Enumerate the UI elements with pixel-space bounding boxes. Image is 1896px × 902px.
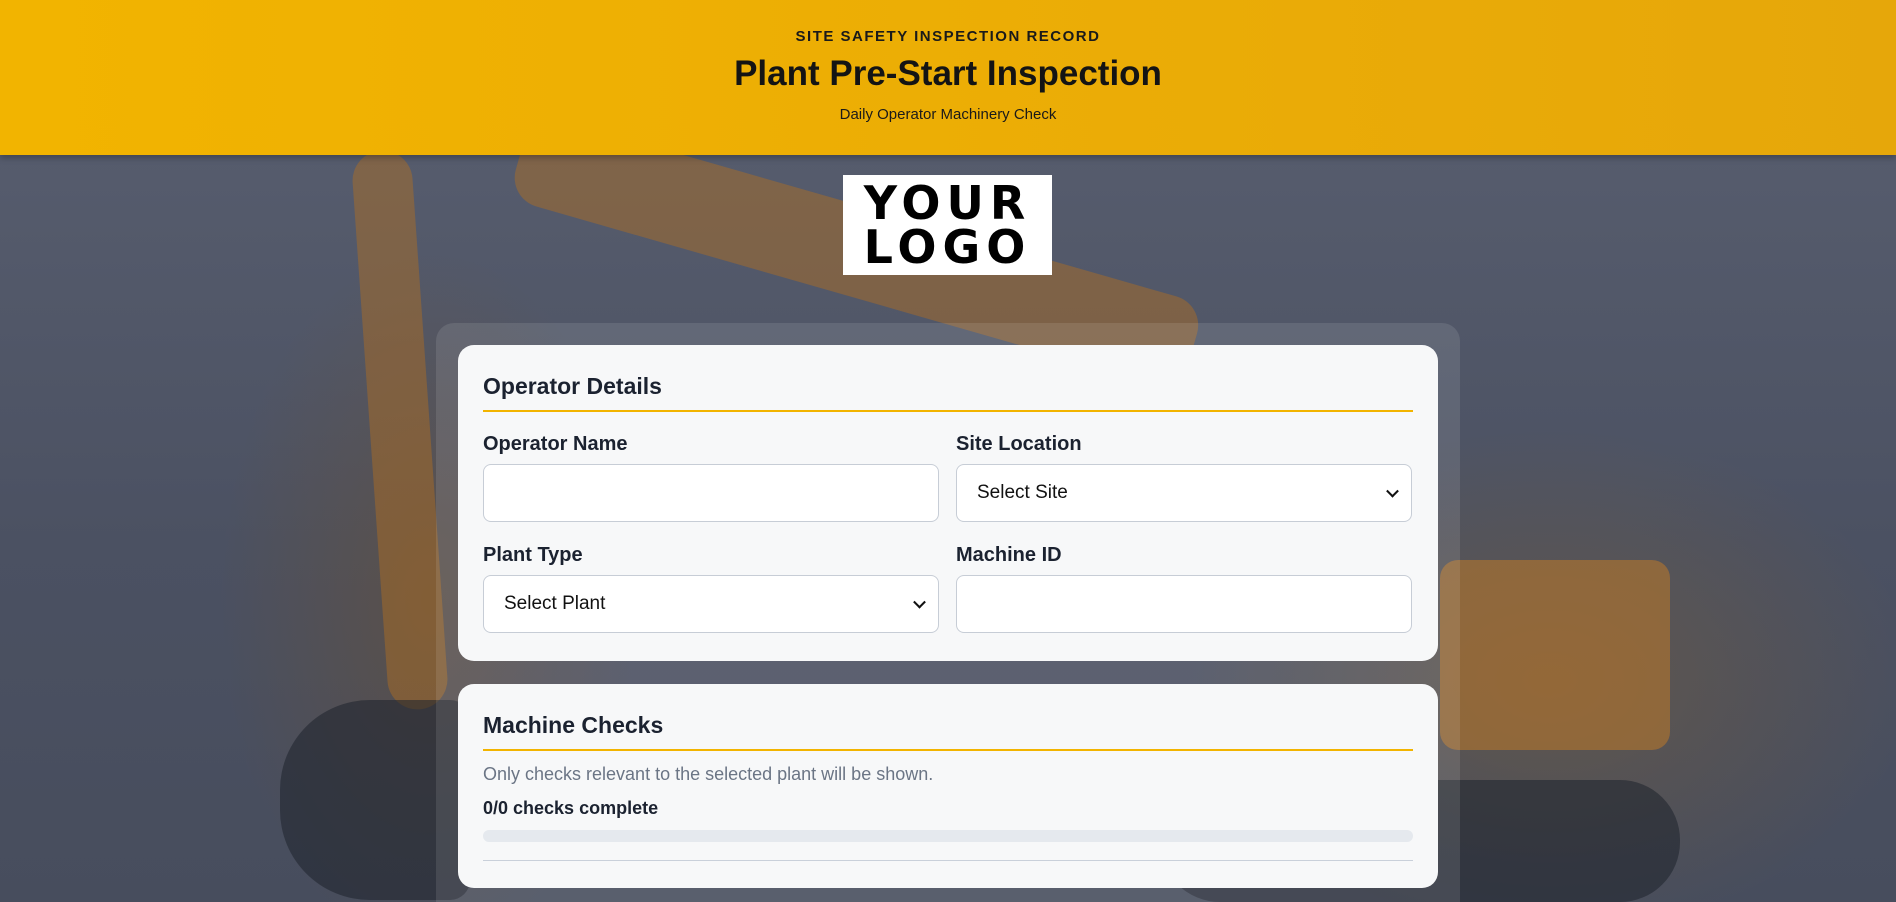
checks-divider — [483, 860, 1413, 861]
page-subtitle: Daily Operator Machinery Check — [839, 106, 1057, 123]
machine-checks-helper: Only checks relevant to the selected pla… — [483, 764, 934, 784]
operator-name-field: Operator Name — [483, 433, 939, 522]
machine-checks-title: Machine Checks — [483, 712, 1413, 751]
checks-progress-text: 0/0 checks complete — [483, 798, 659, 818]
chevron-down-icon — [913, 595, 926, 609]
logo-line-2: LOGO — [863, 220, 1032, 274]
operator-details-card: Operator Details Operator Name Site Loca… — [458, 345, 1438, 661]
page-title: Plant Pre-Start Inspection — [734, 54, 1162, 93]
operator-name-input[interactable] — [483, 464, 939, 522]
site-location-label: Site Location — [956, 433, 1082, 455]
machine-id-label: Machine ID — [956, 544, 1062, 566]
page-header: SITE SAFETY INSPECTION RECORD Plant Pre-… — [0, 0, 1896, 155]
background-excavator-body — [1440, 560, 1670, 750]
operator-details-title: Operator Details — [483, 373, 1413, 412]
operator-name-label: Operator Name — [483, 433, 628, 455]
plant-type-select[interactable]: Select Plant — [483, 575, 939, 633]
company-logo: YOUR LOGO — [843, 175, 1052, 275]
site-location-select[interactable]: Select Site — [956, 464, 1412, 522]
plant-type-field: Plant Type Select Plant — [483, 544, 939, 633]
plant-type-selected: Select Plant — [504, 593, 606, 614]
plant-type-label: Plant Type — [483, 544, 583, 566]
header-eyebrow: SITE SAFETY INSPECTION RECORD — [795, 28, 1101, 45]
site-location-field: Site Location Select Site — [956, 433, 1412, 522]
checks-progress-bar — [483, 830, 1413, 842]
machine-checks-card: Machine Checks Only checks relevant to t… — [458, 684, 1438, 888]
chevron-down-icon — [1386, 484, 1399, 498]
machine-id-input[interactable] — [956, 575, 1412, 633]
site-location-selected: Select Site — [977, 482, 1068, 503]
logo-line-1: YOUR — [863, 176, 1032, 230]
machine-id-field: Machine ID — [956, 544, 1412, 633]
